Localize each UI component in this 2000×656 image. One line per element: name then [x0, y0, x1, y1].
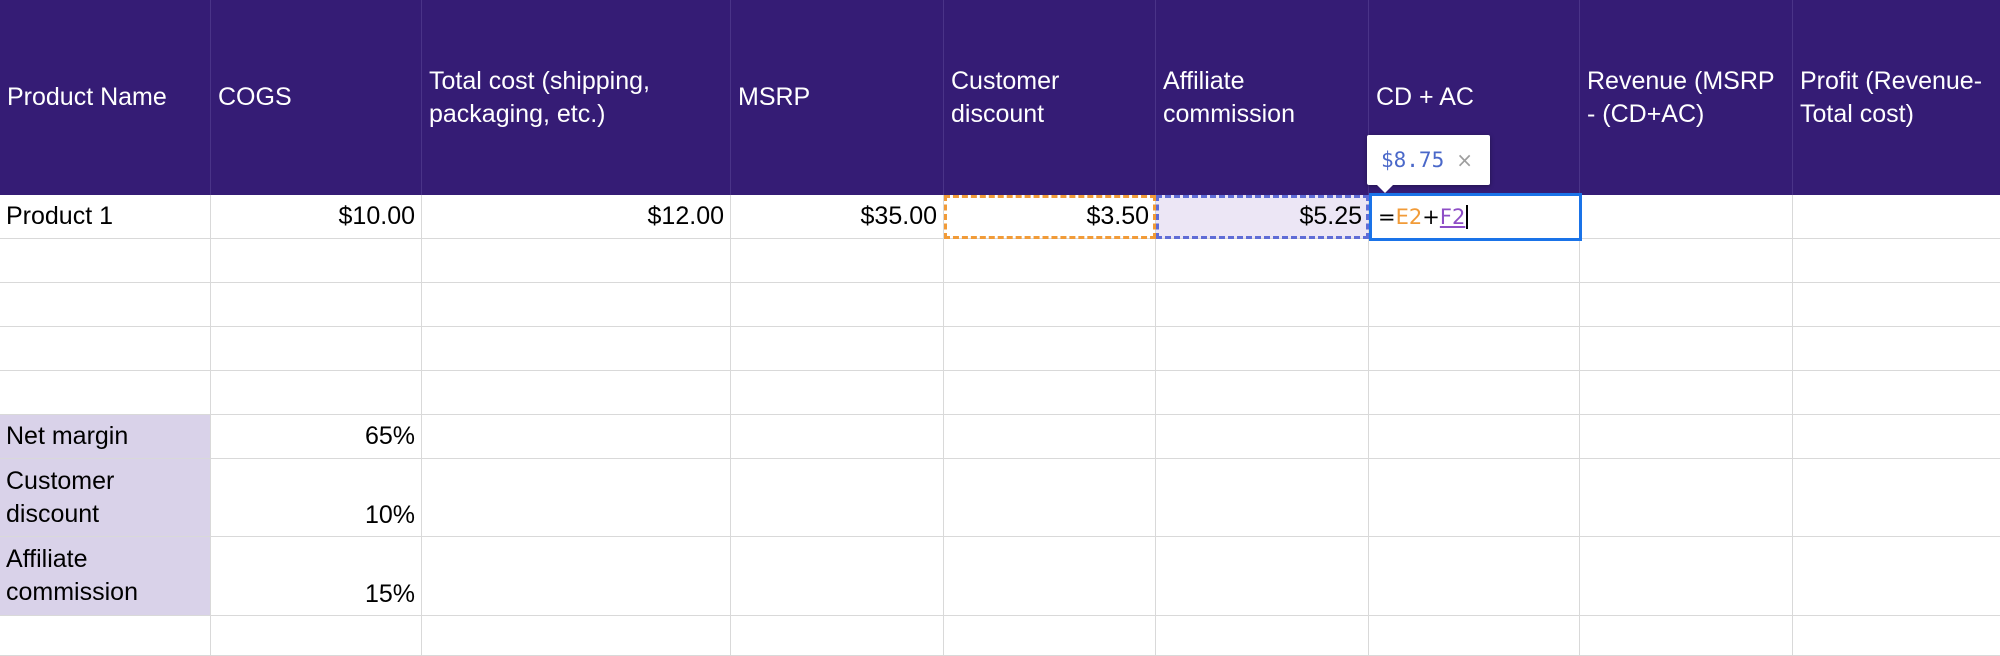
close-icon[interactable]: ×: [1456, 148, 1473, 172]
empty-cell[interactable]: [944, 327, 1156, 371]
empty-cell[interactable]: [0, 239, 211, 283]
cell-customer-discount[interactable]: $3.50: [944, 195, 1156, 239]
empty-cell[interactable]: [1793, 415, 2000, 459]
empty-cell[interactable]: [1369, 616, 1580, 656]
empty-cell[interactable]: [1369, 283, 1580, 327]
empty-cell[interactable]: [1793, 537, 2000, 616]
empty-cell[interactable]: [211, 239, 422, 283]
text-cursor: [1466, 205, 1469, 229]
cell-total-cost[interactable]: $12.00: [422, 195, 731, 239]
empty-cell[interactable]: [731, 327, 944, 371]
empty-cell[interactable]: [1580, 415, 1793, 459]
empty-cell[interactable]: [422, 537, 731, 616]
empty-cell[interactable]: [1793, 239, 2000, 283]
empty-cell[interactable]: [944, 616, 1156, 656]
header-cogs[interactable]: COGS: [211, 0, 422, 195]
empty-cell[interactable]: [1156, 283, 1369, 327]
empty-cell[interactable]: [1369, 239, 1580, 283]
label-customer-discount[interactable]: Customer discount: [0, 459, 211, 537]
cell-product-name[interactable]: Product 1: [0, 195, 211, 239]
empty-cell[interactable]: [731, 616, 944, 656]
formula-result-value: $8.75: [1381, 148, 1445, 172]
empty-cell[interactable]: [1156, 239, 1369, 283]
formula-ref-e2: E2: [1395, 205, 1423, 229]
empty-cell[interactable]: [1156, 327, 1369, 371]
header-product-name[interactable]: Product Name: [0, 0, 211, 195]
empty-cell[interactable]: [1580, 371, 1793, 415]
empty-cell[interactable]: [422, 616, 731, 656]
empty-cell[interactable]: [1156, 459, 1369, 537]
cell-affiliate-commission[interactable]: $5.25: [1156, 195, 1369, 239]
empty-cell[interactable]: [1369, 327, 1580, 371]
empty-cell[interactable]: [1580, 459, 1793, 537]
empty-cell[interactable]: [1369, 537, 1580, 616]
empty-cell[interactable]: [1580, 283, 1793, 327]
empty-cell[interactable]: [1369, 371, 1580, 415]
empty-cell[interactable]: [731, 537, 944, 616]
header-msrp[interactable]: MSRP: [731, 0, 944, 195]
formula-result-tooltip: $8.75 ×: [1367, 135, 1490, 193]
empty-cell[interactable]: [944, 371, 1156, 415]
empty-cell[interactable]: [731, 239, 944, 283]
empty-cell[interactable]: [731, 371, 944, 415]
empty-cell[interactable]: [1580, 239, 1793, 283]
empty-cell[interactable]: [944, 537, 1156, 616]
empty-cell[interactable]: [1580, 616, 1793, 656]
empty-cell[interactable]: [1369, 415, 1580, 459]
empty-cell[interactable]: [211, 327, 422, 371]
empty-cell[interactable]: [422, 459, 731, 537]
empty-cell[interactable]: [1580, 537, 1793, 616]
empty-cell[interactable]: [422, 415, 731, 459]
empty-cell[interactable]: [422, 327, 731, 371]
empty-cell[interactable]: [1793, 327, 2000, 371]
cell-msrp[interactable]: $35.00: [731, 195, 944, 239]
empty-cell[interactable]: [1156, 415, 1369, 459]
formula-ref-f2: F2: [1439, 205, 1466, 229]
value-net-margin[interactable]: 65%: [211, 415, 422, 459]
spreadsheet-grid: Product Name COGS Total cost (shipping, …: [0, 0, 2000, 656]
empty-cell[interactable]: [422, 371, 731, 415]
empty-cell[interactable]: [731, 459, 944, 537]
empty-cell[interactable]: [422, 239, 731, 283]
formula-operator: +: [1422, 205, 1440, 229]
empty-cell[interactable]: [944, 283, 1156, 327]
empty-cell[interactable]: [211, 616, 422, 656]
empty-cell[interactable]: [0, 371, 211, 415]
formula-cell-editor[interactable]: = E2 + F2: [1369, 193, 1582, 241]
empty-cell[interactable]: [422, 283, 731, 327]
header-customer-discount[interactable]: Customer discount: [944, 0, 1156, 195]
header-revenue[interactable]: Revenue (MSRP - (CD+AC): [1580, 0, 1793, 195]
empty-cell[interactable]: [731, 283, 944, 327]
empty-cell[interactable]: [944, 415, 1156, 459]
cell-revenue[interactable]: [1580, 195, 1793, 239]
empty-cell[interactable]: [1369, 459, 1580, 537]
cell-cogs[interactable]: $10.00: [211, 195, 422, 239]
empty-cell[interactable]: [1793, 283, 2000, 327]
empty-cell[interactable]: [731, 415, 944, 459]
header-affiliate-commission[interactable]: Affiliate commission: [1156, 0, 1369, 195]
formula-prefix: =: [1378, 205, 1396, 229]
empty-cell[interactable]: [1156, 537, 1369, 616]
label-net-margin[interactable]: Net margin: [0, 415, 211, 459]
header-profit[interactable]: Profit (Revenue-Total cost): [1793, 0, 2000, 195]
empty-cell[interactable]: [0, 327, 211, 371]
empty-cell[interactable]: [1156, 371, 1369, 415]
empty-cell[interactable]: [211, 283, 422, 327]
empty-cell[interactable]: [211, 371, 422, 415]
empty-cell[interactable]: [944, 459, 1156, 537]
empty-cell[interactable]: [1793, 459, 2000, 537]
empty-cell[interactable]: [1580, 327, 1793, 371]
empty-cell[interactable]: [1793, 371, 2000, 415]
empty-cell[interactable]: [1793, 616, 2000, 656]
value-customer-discount[interactable]: 10%: [211, 459, 422, 537]
label-affiliate-commission[interactable]: Affiliate commission: [0, 537, 211, 616]
header-total-cost[interactable]: Total cost (shipping, packaging, etc.): [422, 0, 731, 195]
empty-cell[interactable]: [1156, 616, 1369, 656]
value-affiliate-commission[interactable]: 15%: [211, 537, 422, 616]
cell-profit[interactable]: [1793, 195, 2000, 239]
empty-cell[interactable]: [944, 239, 1156, 283]
empty-cell[interactable]: [0, 616, 211, 656]
empty-cell[interactable]: [0, 283, 211, 327]
